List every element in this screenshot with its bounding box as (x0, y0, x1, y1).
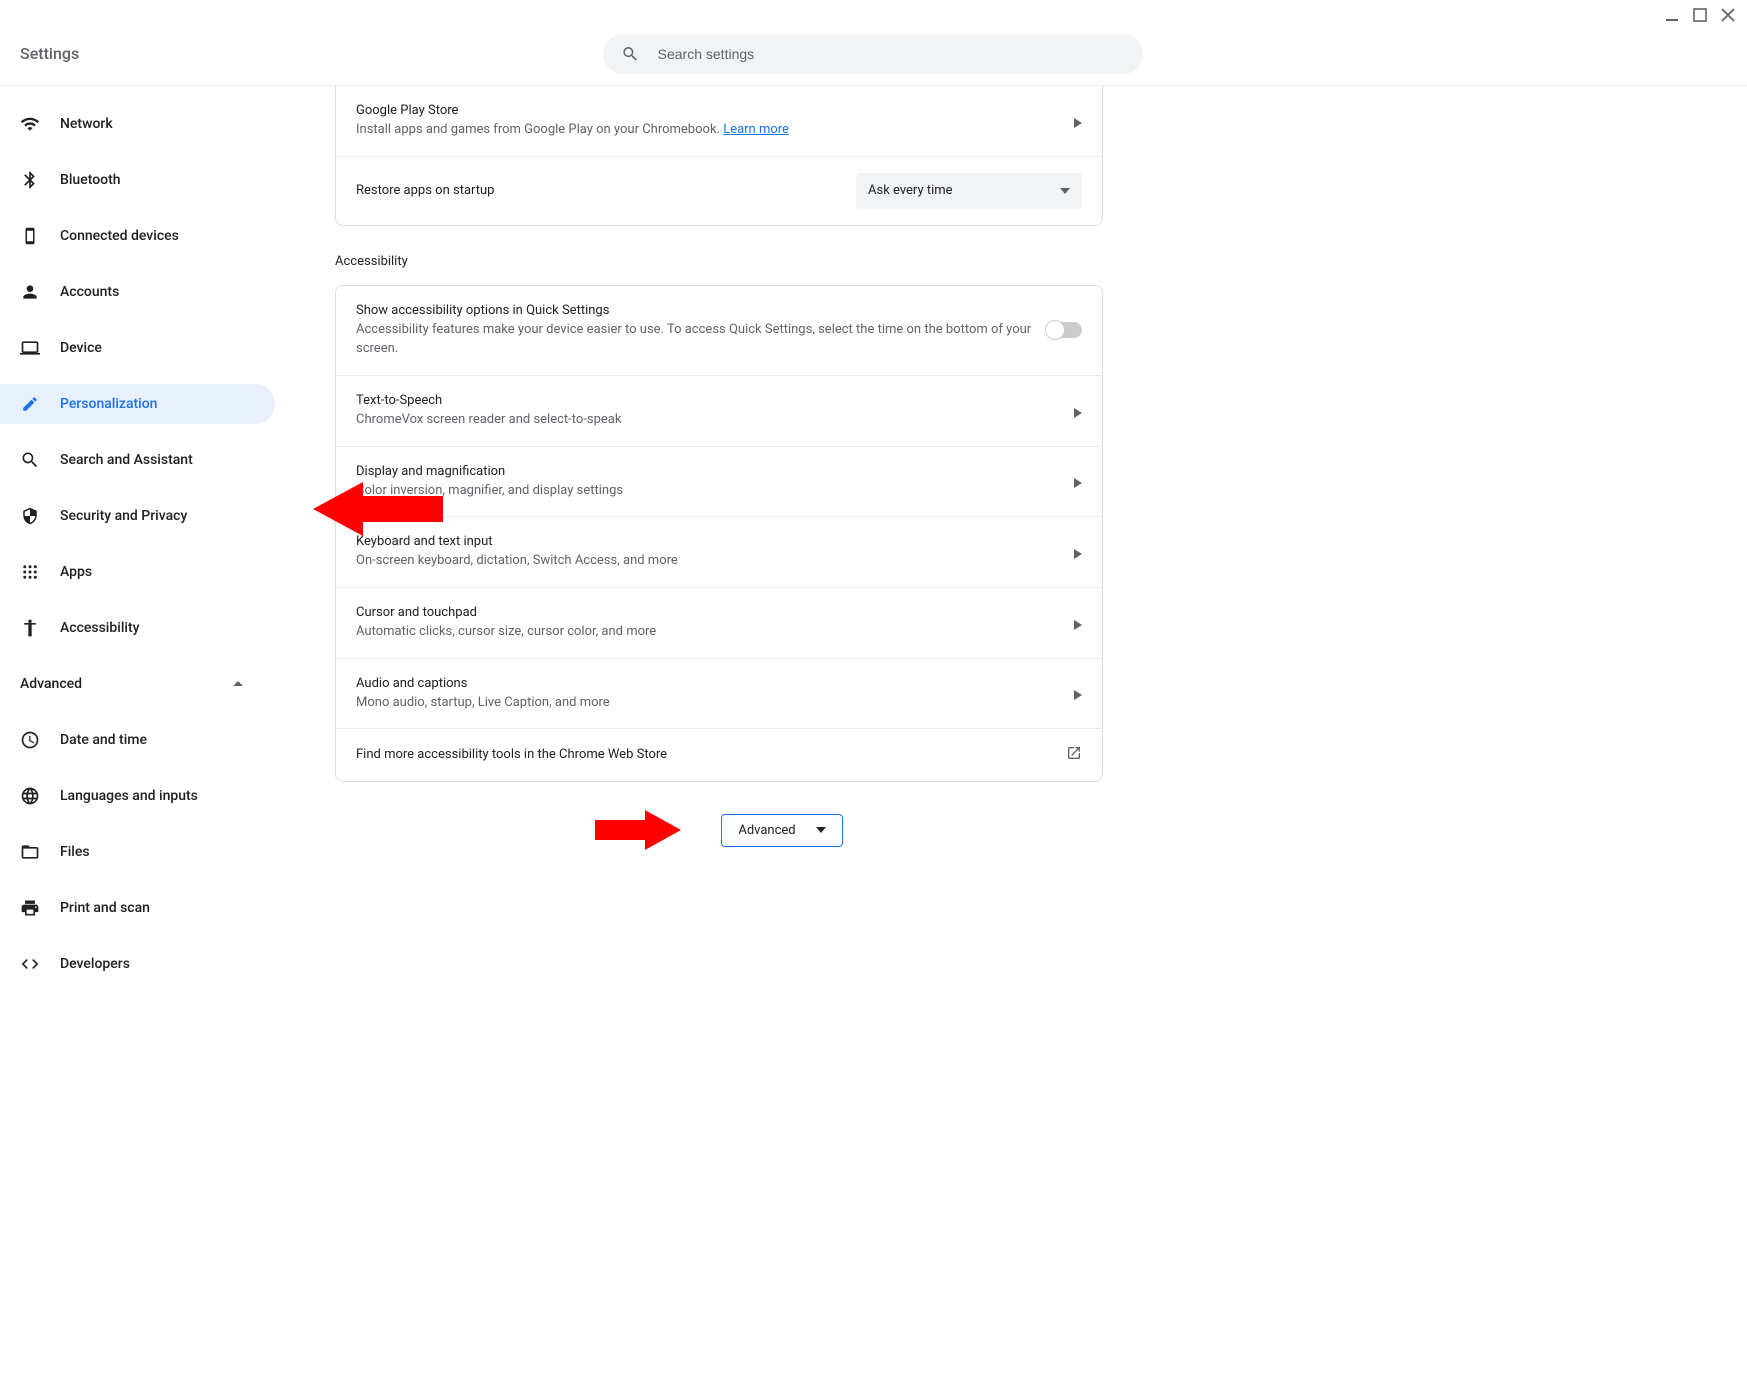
row-title: Google Play Store (356, 102, 1074, 120)
sidebar: Network Bluetooth Connected devices Acco… (0, 86, 275, 1000)
sidebar-item-accessibility[interactable]: Accessibility (0, 608, 275, 648)
sidebar-item-label: Apps (60, 564, 92, 580)
sidebar-advanced-toggle[interactable]: Advanced (0, 664, 275, 704)
window-maximize[interactable] (1693, 8, 1707, 22)
sidebar-item-label: Personalization (60, 396, 157, 412)
row-subtitle: Accessibility features make your device … (356, 320, 1046, 359)
chevron-right-icon (1074, 619, 1082, 627)
row-subtitle: ChromeVox screen reader and select-to-sp… (356, 410, 1074, 430)
globe-icon (20, 786, 40, 806)
row-title: Cursor and touchpad (356, 604, 1074, 622)
apps-grid-icon (20, 562, 40, 582)
row-subtitle: Mono audio, startup, Live Caption, and m… (356, 693, 1074, 713)
sidebar-item-label: Bluetooth (60, 172, 121, 188)
chevron-right-icon (1074, 548, 1082, 556)
row-title: Find more accessibility tools in the Chr… (356, 746, 1066, 764)
chevron-down-icon (816, 825, 826, 835)
row-subtitle: Install apps and games from Google Play … (356, 120, 1074, 140)
search-bar[interactable] (603, 34, 1143, 74)
learn-more-link[interactable]: Learn more (723, 122, 789, 137)
sidebar-item-date-time[interactable]: Date and time (0, 720, 275, 760)
row-audio-captions[interactable]: Audio and captions Mono audio, startup, … (336, 659, 1102, 730)
quick-settings-a11y-toggle[interactable] (1046, 322, 1082, 338)
row-title: Show accessibility options in Quick Sett… (356, 302, 1046, 320)
sidebar-item-device[interactable]: Device (0, 328, 275, 368)
sidebar-item-security-privacy[interactable]: Security and Privacy (0, 496, 275, 536)
annotation-arrow-advanced (595, 810, 681, 850)
row-title: Text-to-Speech (356, 392, 1074, 410)
chevron-right-icon (1074, 407, 1082, 415)
pencil-icon (20, 394, 40, 414)
sidebar-item-label: Date and time (60, 732, 147, 748)
code-icon (20, 954, 40, 974)
main-panel: Google Play Store Install apps and games… (275, 86, 1747, 1000)
window-close[interactable] (1721, 8, 1735, 22)
sidebar-item-search-assistant[interactable]: Search and Assistant (0, 440, 275, 480)
sidebar-item-label: Accessibility (60, 620, 139, 636)
clock-icon (20, 730, 40, 750)
sidebar-item-label: Device (60, 340, 102, 356)
person-icon (20, 282, 40, 302)
row-title: Display and magnification (356, 463, 1074, 481)
restore-apps-dropdown[interactable]: Ask every time (856, 173, 1082, 209)
annotation-arrow-personalization (313, 482, 443, 536)
row-subtitle: On-screen keyboard, dictation, Switch Ac… (356, 551, 1074, 571)
chevron-up-icon (233, 679, 243, 689)
sidebar-item-connected-devices[interactable]: Connected devices (0, 216, 275, 256)
row-display-magnification[interactable]: Display and magnification Color inversio… (336, 447, 1102, 518)
row-title: Audio and captions (356, 675, 1074, 693)
row-title: Keyboard and text input (356, 533, 1074, 551)
sidebar-item-label: Network (60, 116, 113, 132)
sidebar-item-label: Print and scan (60, 900, 150, 916)
sidebar-item-label: Security and Privacy (60, 508, 187, 524)
sidebar-item-label: Files (60, 844, 90, 860)
row-text-to-speech[interactable]: Text-to-Speech ChromeVox screen reader a… (336, 376, 1102, 447)
row-cursor-touchpad[interactable]: Cursor and touchpad Automatic clicks, cu… (336, 588, 1102, 659)
bluetooth-icon (20, 170, 40, 190)
row-title: Restore apps on startup (356, 182, 856, 200)
chevron-down-icon (1060, 186, 1070, 196)
sidebar-item-network[interactable]: Network (0, 104, 275, 144)
sidebar-item-bluetooth[interactable]: Bluetooth (0, 160, 275, 200)
search-input[interactable] (658, 46, 1125, 62)
chevron-right-icon (1074, 689, 1082, 697)
wifi-icon (20, 114, 40, 134)
chevron-right-icon (1074, 477, 1082, 485)
shield-icon (20, 506, 40, 526)
row-web-store-a11y[interactable]: Find more accessibility tools in the Chr… (336, 729, 1102, 781)
row-google-play-store[interactable]: Google Play Store Install apps and games… (336, 86, 1102, 157)
sidebar-item-files[interactable]: Files (0, 832, 275, 872)
section-title-accessibility: Accessibility (335, 254, 1103, 285)
accessibility-icon (20, 618, 40, 638)
search-icon (621, 44, 640, 64)
sidebar-item-label: Accounts (60, 284, 119, 300)
printer-icon (20, 898, 40, 918)
folder-icon (20, 842, 40, 862)
row-keyboard-text-input[interactable]: Keyboard and text input On-screen keyboa… (336, 517, 1102, 588)
laptop-icon (20, 338, 40, 358)
window-minimize[interactable] (1665, 8, 1679, 22)
sidebar-item-apps[interactable]: Apps (0, 552, 275, 592)
app-title: Settings (20, 44, 79, 63)
sidebar-item-label: Search and Assistant (60, 452, 193, 468)
sidebar-item-languages[interactable]: Languages and inputs (0, 776, 275, 816)
row-subtitle: Automatic clicks, cursor size, cursor co… (356, 622, 1074, 642)
advanced-expand-button[interactable]: Advanced (721, 814, 842, 847)
search-icon (20, 450, 40, 470)
sidebar-item-personalization[interactable]: Personalization (0, 384, 275, 424)
row-subtitle: Color inversion, magnifier, and display … (356, 481, 1074, 501)
row-quick-settings-a11y: Show accessibility options in Quick Sett… (336, 286, 1102, 376)
chevron-right-icon (1074, 117, 1082, 125)
sidebar-item-label: Languages and inputs (60, 788, 198, 804)
external-link-icon (1066, 745, 1082, 765)
sidebar-item-label: Connected devices (60, 228, 179, 244)
sidebar-item-accounts[interactable]: Accounts (0, 272, 275, 312)
row-restore-apps: Restore apps on startup Ask every time (336, 157, 1102, 225)
sidebar-item-developers[interactable]: Developers (0, 944, 275, 984)
phone-icon (20, 226, 40, 246)
sidebar-item-label: Developers (60, 956, 130, 972)
sidebar-item-print-scan[interactable]: Print and scan (0, 888, 275, 928)
